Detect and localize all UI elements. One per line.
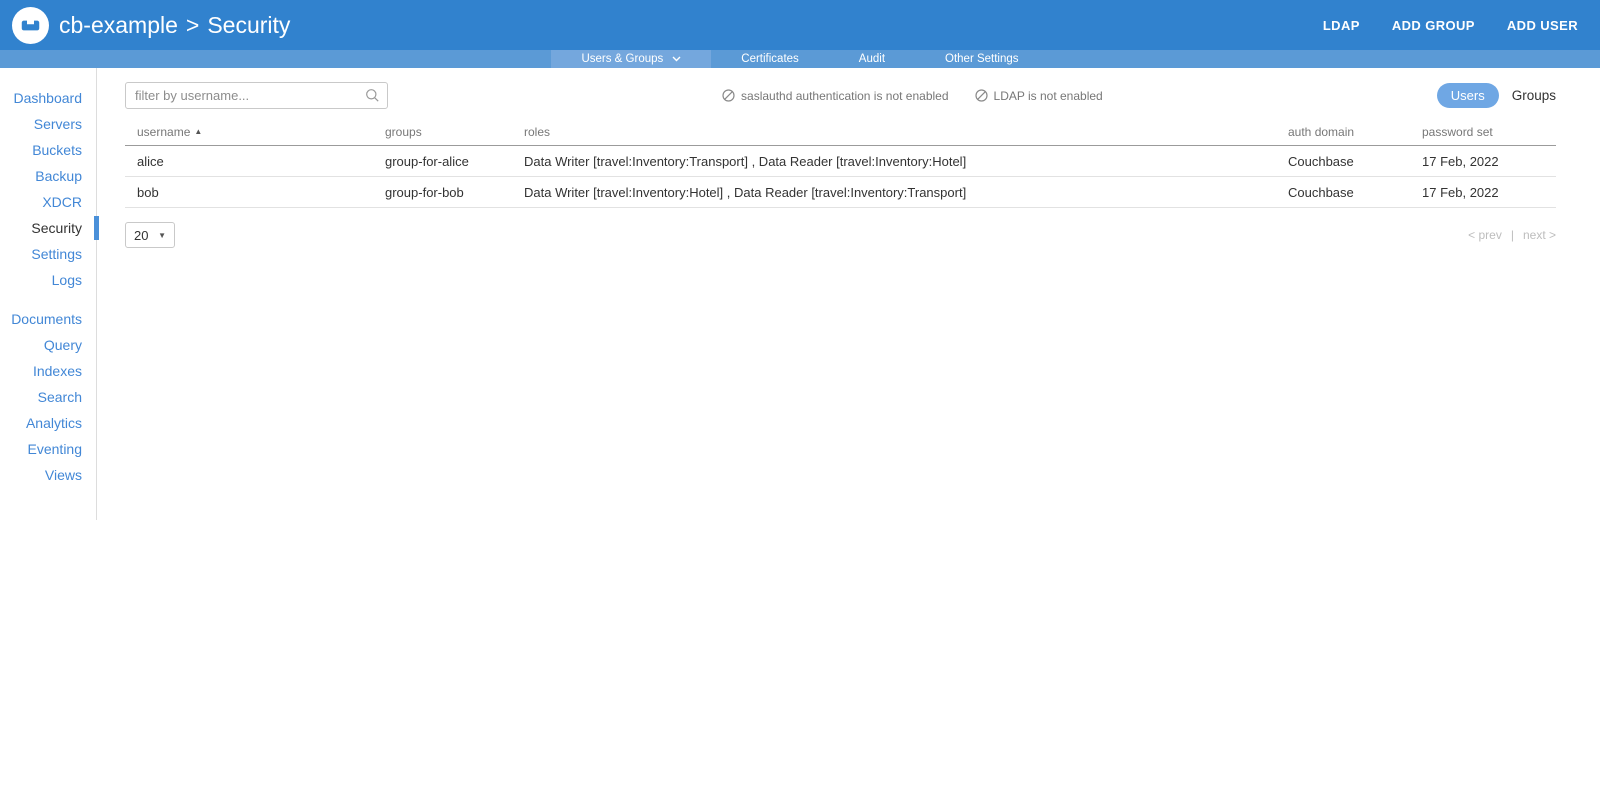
column-header-auth-domain[interactable]: auth domain: [1288, 125, 1422, 139]
tab-other-settings-label: Other Settings: [945, 53, 1019, 65]
sidebar-item-documents[interactable]: Documents: [0, 306, 96, 332]
users-groups-toggle: Users Groups: [1437, 83, 1556, 108]
filter-username-input[interactable]: [125, 82, 388, 109]
page-size-select[interactable]: 20 ▼: [125, 222, 175, 248]
page-title: Security: [207, 12, 290, 39]
sidebar-item-xdcr[interactable]: XDCR: [0, 189, 96, 215]
tab-audit-label: Audit: [859, 53, 885, 65]
sidebar-item-dashboard[interactable]: Dashboard: [0, 85, 96, 111]
ldap-button[interactable]: LDAP: [1323, 18, 1360, 33]
sidebar-item-settings[interactable]: Settings: [0, 241, 96, 267]
chevron-down-icon: ▼: [158, 231, 166, 240]
cell-password-set: 17 Feb, 2022: [1422, 185, 1556, 200]
tab-users-groups[interactable]: Users & Groups: [551, 50, 711, 68]
ldap-notice: LDAP is not enabled: [975, 89, 1103, 103]
active-indicator-bar: [94, 216, 99, 240]
pagination: 20 ▼ < prev | next >: [125, 222, 1556, 248]
sidebar-item-servers[interactable]: Servers: [0, 111, 96, 137]
search-icon: [365, 88, 380, 103]
sidebar-item-eventing[interactable]: Eventing: [0, 436, 96, 462]
users-toggle-button[interactable]: Users: [1437, 83, 1499, 108]
disabled-icon: [722, 89, 735, 102]
header-actions: LDAP ADD GROUP ADD USER: [1323, 18, 1578, 33]
cell-password-set: 17 Feb, 2022: [1422, 154, 1556, 169]
sidebar-item-backup[interactable]: Backup: [0, 163, 96, 189]
sidebar-item-search[interactable]: Search: [0, 384, 96, 410]
auth-notices: saslauthd authentication is not enabled …: [388, 89, 1437, 103]
users-table-header: username ▲ groups roles auth domain passw…: [125, 117, 1556, 146]
page-size-value: 20: [134, 228, 148, 243]
sidebar-group-divider: [0, 293, 96, 306]
pager-separator: |: [1511, 228, 1514, 242]
sidebar-item-security[interactable]: Security: [0, 215, 96, 241]
column-header-username-label: username: [137, 125, 190, 139]
ldap-notice-text: LDAP is not enabled: [994, 89, 1103, 103]
cell-username: bob: [125, 185, 385, 200]
chevron-down-icon: [672, 56, 681, 62]
users-toolbar: saslauthd authentication is not enabled …: [125, 82, 1556, 109]
column-header-roles[interactable]: roles: [524, 125, 1288, 139]
sidebar-item-logs[interactable]: Logs: [0, 267, 96, 293]
users-table: username ▲ groups roles auth domain passw…: [125, 117, 1556, 208]
disabled-icon: [975, 89, 988, 102]
sidebar: Dashboard Servers Buckets Backup XDCR Se…: [0, 68, 97, 520]
cell-groups: group-for-alice: [385, 154, 524, 169]
tab-users-groups-label: Users & Groups: [581, 53, 663, 65]
add-user-button[interactable]: ADD USER: [1507, 18, 1578, 33]
security-subnav: Users & Groups Certificates Audit Other …: [0, 50, 1600, 68]
sidebar-item-security-label: Security: [31, 220, 82, 236]
filter-field-wrap: [125, 82, 388, 109]
tab-certificates[interactable]: Certificates: [711, 50, 829, 68]
main-content: saslauthd authentication is not enabled …: [97, 68, 1600, 248]
sidebar-item-buckets[interactable]: Buckets: [0, 137, 96, 163]
cell-auth-domain: Couchbase: [1288, 154, 1422, 169]
prev-page-link[interactable]: < prev: [1468, 228, 1502, 242]
groups-toggle-button[interactable]: Groups: [1512, 88, 1556, 103]
cell-auth-domain: Couchbase: [1288, 185, 1422, 200]
cluster-name: cb-example: [59, 12, 178, 39]
breadcrumb: cb-example > Security: [59, 12, 290, 39]
cell-groups: group-for-bob: [385, 185, 524, 200]
cell-roles: Data Writer [travel:Inventory:Hotel] , D…: [524, 185, 1288, 200]
column-header-groups[interactable]: groups: [385, 125, 524, 139]
couchbase-logo-icon: [12, 7, 49, 44]
next-page-link[interactable]: next >: [1523, 228, 1556, 242]
sort-asc-icon: ▲: [194, 127, 202, 136]
app-header: cb-example > Security LDAP ADD GROUP ADD…: [0, 0, 1600, 50]
tab-other-settings[interactable]: Other Settings: [915, 50, 1049, 68]
add-group-button[interactable]: ADD GROUP: [1392, 18, 1475, 33]
tab-audit[interactable]: Audit: [829, 50, 915, 68]
saslauthd-notice-text: saslauthd authentication is not enabled: [741, 89, 949, 103]
column-header-password-set[interactable]: password set: [1422, 125, 1556, 139]
sidebar-item-analytics[interactable]: Analytics: [0, 410, 96, 436]
tab-certificates-label: Certificates: [741, 53, 799, 65]
sidebar-item-query[interactable]: Query: [0, 332, 96, 358]
sidebar-item-indexes[interactable]: Indexes: [0, 358, 96, 384]
cell-roles: Data Writer [travel:Inventory:Transport]…: [524, 154, 1288, 169]
pager-nav: < prev | next >: [1468, 228, 1556, 242]
sidebar-item-views[interactable]: Views: [0, 462, 96, 488]
breadcrumb-separator: >: [186, 12, 199, 39]
table-row-bob[interactable]: bob group-for-bob Data Writer [travel:In…: [125, 177, 1556, 208]
table-row-alice[interactable]: alice group-for-alice Data Writer [trave…: [125, 146, 1556, 177]
saslauthd-notice: saslauthd authentication is not enabled: [722, 89, 949, 103]
column-header-username[interactable]: username ▲: [125, 125, 385, 139]
cell-username: alice: [125, 154, 385, 169]
